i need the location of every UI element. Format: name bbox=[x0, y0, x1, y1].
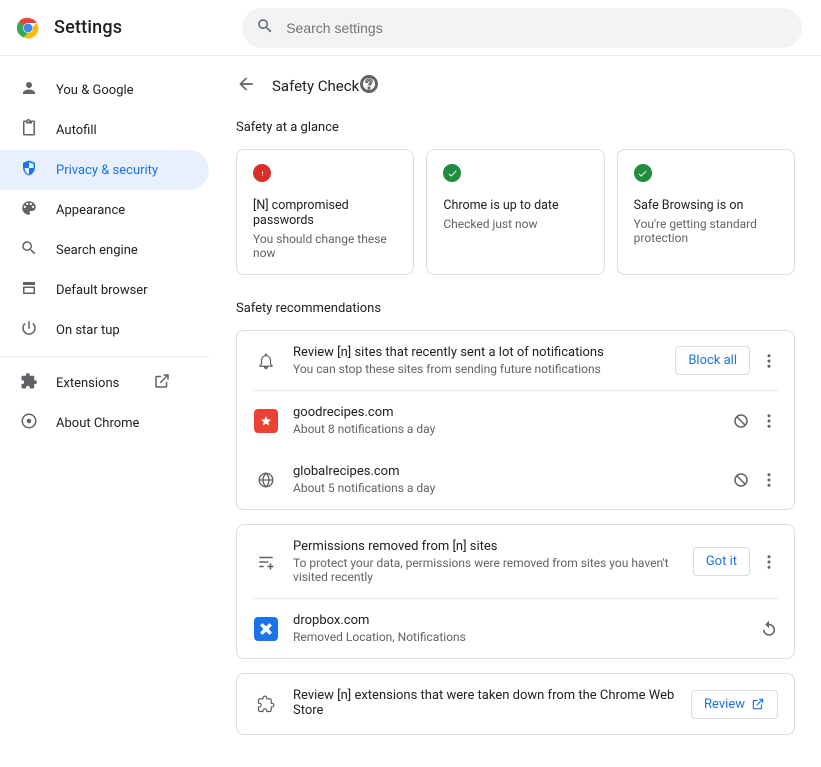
row-sub: You can stop these sites from sending fu… bbox=[293, 362, 675, 376]
check-icon bbox=[443, 164, 461, 182]
block-site-button[interactable] bbox=[732, 471, 750, 489]
more-menu-button[interactable] bbox=[760, 352, 778, 370]
nav-label: About Chrome bbox=[56, 416, 139, 431]
bell-icon bbox=[253, 352, 279, 370]
more-menu-button[interactable] bbox=[760, 412, 778, 430]
undo-button[interactable] bbox=[760, 620, 778, 638]
site-row: dropbox.com Removed Location, Notificati… bbox=[237, 599, 794, 658]
row-sub: To protect your data, permissions were r… bbox=[293, 556, 693, 584]
site-row: goodrecipes.com About 8 notifications a … bbox=[237, 391, 794, 450]
panel-extensions: Review [n] extensions that were taken do… bbox=[236, 673, 795, 735]
site-host: goodrecipes.com bbox=[293, 405, 722, 420]
site-row: globalrecipes.com About 5 notifications … bbox=[237, 450, 794, 509]
row-title: Review [n] extensions that were taken do… bbox=[293, 688, 691, 718]
alert-icon bbox=[253, 164, 271, 182]
app-header: Settings bbox=[0, 0, 821, 56]
panel-header-row: Review [n] sites that recently sent a lo… bbox=[237, 331, 794, 390]
person-icon bbox=[20, 79, 56, 101]
section-label-recs: Safety recommendations bbox=[236, 301, 795, 316]
site-sub: About 5 notifications a day bbox=[293, 481, 722, 495]
help-button[interactable]: ? bbox=[359, 74, 379, 98]
got-it-button[interactable]: Got it bbox=[693, 547, 750, 576]
search-input[interactable] bbox=[286, 20, 788, 36]
nav-label: Default browser bbox=[56, 283, 148, 298]
site-favicon bbox=[254, 617, 278, 641]
nav-appearance[interactable]: Appearance bbox=[0, 190, 209, 230]
nav-about-chrome[interactable]: About Chrome bbox=[0, 403, 209, 443]
site-sub: Removed Location, Notifications bbox=[293, 630, 750, 644]
card-sub: You should change these now bbox=[253, 232, 397, 260]
card-passwords[interactable]: [N] compromised passwords You should cha… bbox=[236, 149, 414, 275]
card-title: Chrome is up to date bbox=[443, 198, 587, 213]
search-icon bbox=[20, 239, 56, 261]
divider bbox=[0, 356, 209, 357]
panel-header-row: Permissions removed from [n] sites To pr… bbox=[237, 525, 794, 598]
block-site-button[interactable] bbox=[732, 412, 750, 430]
panel-permissions: Permissions removed from [n] sites To pr… bbox=[236, 524, 795, 659]
nav-you-and-google[interactable]: You & Google bbox=[0, 70, 209, 110]
card-sub: You're getting standard protection bbox=[634, 217, 778, 245]
nav-label: On star tup bbox=[56, 323, 120, 338]
panel-header-row: Review [n] extensions that were taken do… bbox=[237, 674, 794, 734]
svg-text:?: ? bbox=[367, 79, 372, 90]
search-icon bbox=[256, 17, 286, 39]
paint-icon bbox=[20, 199, 56, 221]
site-host: dropbox.com bbox=[293, 613, 750, 628]
row-title: Review [n] sites that recently sent a lo… bbox=[293, 345, 675, 360]
chrome-small-icon bbox=[20, 412, 56, 434]
review-button[interactable]: Review bbox=[691, 690, 778, 719]
clipboard-icon bbox=[20, 119, 56, 141]
nav-label: Search engine bbox=[56, 243, 138, 258]
power-icon bbox=[20, 319, 56, 341]
card-sub: Checked just now bbox=[443, 217, 587, 231]
external-link-icon bbox=[153, 372, 189, 394]
sidebar: You & Google Autofill Privacy & security… bbox=[0, 56, 210, 767]
nav-autofill[interactable]: Autofill bbox=[0, 110, 209, 150]
site-sub: About 8 notifications a day bbox=[293, 422, 722, 436]
nav-search-engine[interactable]: Search engine bbox=[0, 230, 209, 270]
nav-default-browser[interactable]: Default browser bbox=[0, 270, 209, 310]
card-title: Safe Browsing is on bbox=[634, 198, 778, 213]
nav-label: Appearance bbox=[56, 203, 125, 218]
content-header: Safety Check ? bbox=[236, 74, 795, 98]
panel-notifications: Review [n] sites that recently sent a lo… bbox=[236, 330, 795, 510]
back-button[interactable] bbox=[236, 74, 272, 98]
nav-label: You & Google bbox=[56, 83, 134, 98]
page-title: Safety Check bbox=[272, 77, 359, 95]
nav-on-startup[interactable]: On star tup bbox=[0, 310, 209, 350]
nav-label: Autofill bbox=[56, 123, 97, 138]
check-icon bbox=[634, 164, 652, 182]
nav-privacy-security[interactable]: Privacy & security bbox=[0, 150, 209, 190]
glance-cards: [N] compromised passwords You should cha… bbox=[236, 149, 795, 275]
shield-icon bbox=[20, 159, 56, 181]
block-all-button[interactable]: Block all bbox=[675, 346, 750, 375]
browser-icon bbox=[20, 279, 56, 301]
card-safe-browsing[interactable]: Safe Browsing is on You're getting stand… bbox=[617, 149, 795, 275]
more-menu-button[interactable] bbox=[760, 471, 778, 489]
app-title: Settings bbox=[54, 17, 122, 38]
site-favicon bbox=[254, 409, 278, 433]
nav-extensions[interactable]: Extensions bbox=[0, 363, 209, 403]
globe-icon bbox=[254, 468, 278, 492]
card-update[interactable]: Chrome is up to date Checked just now bbox=[426, 149, 604, 275]
row-title: Permissions removed from [n] sites bbox=[293, 539, 693, 554]
nav-label: Extensions bbox=[56, 376, 119, 391]
tune-icon bbox=[253, 553, 279, 571]
external-link-icon bbox=[751, 697, 765, 711]
chrome-logo-icon bbox=[16, 16, 40, 40]
nav-label: Privacy & security bbox=[56, 163, 158, 178]
search-box[interactable] bbox=[242, 8, 802, 48]
puzzle-icon bbox=[20, 372, 56, 394]
content: Safety Check ? Safety at a glance [N] co… bbox=[210, 56, 821, 767]
card-title: [N] compromised passwords bbox=[253, 198, 397, 228]
site-host: globalrecipes.com bbox=[293, 464, 722, 479]
section-label-glance: Safety at a glance bbox=[236, 120, 795, 135]
extension-icon bbox=[253, 695, 279, 713]
more-menu-button[interactable] bbox=[760, 553, 778, 571]
